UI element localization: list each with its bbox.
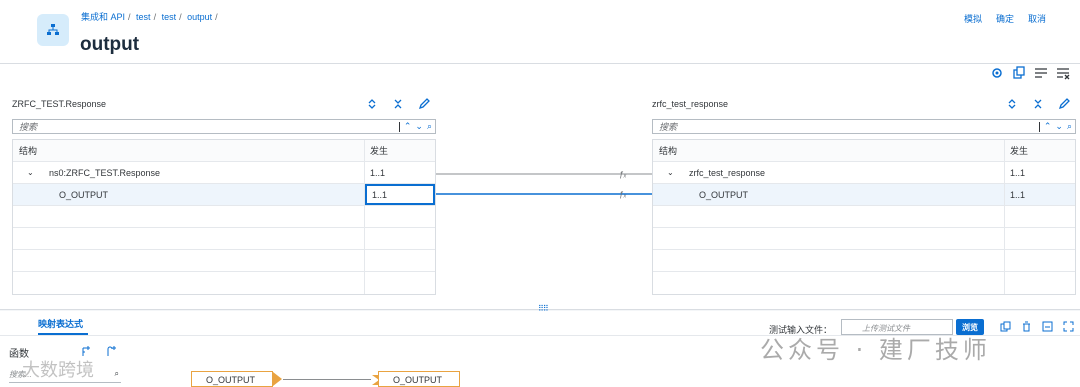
breadcrumb-item[interactable]: 集成和 API — [81, 12, 125, 22]
integration-app-icon — [37, 14, 69, 46]
mapping-connection-lines: ƒₓ ƒₓ — [436, 170, 652, 199]
watermark-text: 公众号 · 建厂技师 — [760, 336, 991, 364]
breadcrumb-item[interactable]: output — [187, 12, 212, 22]
breadcrumb-item[interactable]: test — [162, 12, 177, 22]
node-connection-line — [283, 379, 371, 380]
watermark-corner: 大数跨境 — [22, 360, 94, 381]
page-header: 集成和 API / test / test / output / output 模拟 确… — [0, 0, 1080, 64]
function-fx-icon[interactable]: ƒₓ — [619, 190, 627, 199]
confirm-button[interactable]: 确定 — [996, 12, 1014, 25]
source-node[interactable]: O_OUTPUT — [191, 371, 273, 387]
header-actions: 模拟 确定 取消 — [964, 12, 1046, 25]
source-node-arrow — [273, 372, 282, 386]
delete-icon[interactable] — [1021, 321, 1032, 332]
function-fx-icon[interactable]: ƒₓ — [619, 170, 627, 179]
breadcrumb: 集成和 API / test / test / output / — [81, 12, 218, 22]
target-node[interactable]: O_OUTPUT — [372, 371, 460, 387]
mapping-area: ZRFC_TEST.Response 搜索 ⌃ ⌄ ⌕ 结构 发生 ⌄ ns0:ZRF… — [0, 64, 1080, 310]
expression-toolbar — [1000, 321, 1074, 332]
search-icon[interactable]: ⌕ — [115, 369, 119, 379]
minimize-icon[interactable] — [1042, 321, 1053, 332]
simulate-button[interactable]: 模拟 — [964, 12, 982, 25]
copy-icon[interactable] — [1000, 321, 1011, 332]
page-title: output — [80, 34, 140, 55]
tab-mapping-expression[interactable]: 映射表达式 — [38, 317, 83, 330]
breadcrumb-item[interactable]: test — [136, 12, 151, 22]
cancel-button[interactable]: 取消 — [1028, 12, 1046, 25]
fullscreen-icon[interactable] — [1063, 321, 1074, 332]
add-custom-function-icon[interactable] — [105, 345, 117, 357]
